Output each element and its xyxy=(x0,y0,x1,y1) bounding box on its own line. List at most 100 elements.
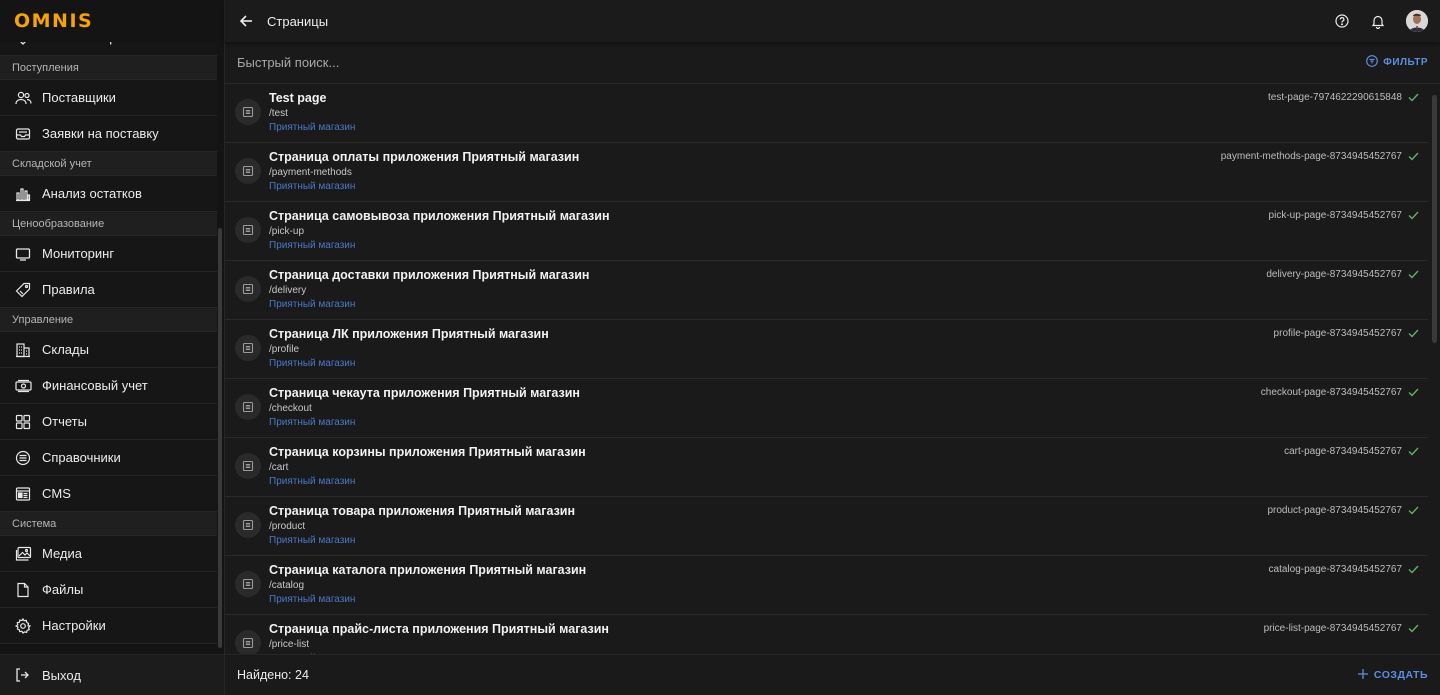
check-icon xyxy=(1408,563,1420,575)
image-icon xyxy=(14,545,32,563)
check-icon xyxy=(1408,91,1420,103)
check-icon xyxy=(1408,268,1420,280)
shop-link[interactable]: Приятный магазин xyxy=(269,180,579,194)
sidebar-item-2-1[interactable]: Правила xyxy=(0,272,217,308)
page-code: checkout-page-8734945452767 xyxy=(1260,386,1402,398)
create-button[interactable]: СОЗДАТЬ xyxy=(1357,668,1428,682)
list-item[interactable]: Страница ЛК приложения Приятный магазин /… xyxy=(225,320,1428,379)
page-title-text: Страница чекаута приложения Приятный маг… xyxy=(269,386,580,400)
logout-button[interactable]: Выход xyxy=(0,654,224,695)
list-item[interactable]: Страница самовывоза приложения Приятный … xyxy=(225,202,1428,261)
main-content: Страницы ФИЛЬТР Test xyxy=(225,0,1440,695)
sidebar-item-label: Финансовый учет xyxy=(42,378,148,393)
sidebar-item-4-2[interactable]: Настройки xyxy=(0,608,217,644)
sidebar-item-label: Настройки xyxy=(42,618,106,633)
sidebar-item-3-3[interactable]: Справочники xyxy=(0,440,217,476)
list-item[interactable]: Страница оплаты приложения Приятный мага… xyxy=(225,143,1428,202)
sidebar-item-3-1[interactable]: Финансовый учет xyxy=(0,368,217,404)
building-icon xyxy=(14,341,32,359)
page-path: /price-list xyxy=(269,639,310,650)
page-icon xyxy=(235,512,261,538)
page-icon xyxy=(235,217,261,243)
page-title-text: Страница доставки приложения Приятный ма… xyxy=(269,268,590,282)
sidebar-item-label: Медиа xyxy=(42,546,82,561)
shop-link[interactable]: Приятный магазин xyxy=(269,239,610,253)
search-input[interactable] xyxy=(237,55,837,70)
page-code: pick-up-page-8734945452767 xyxy=(1268,209,1402,221)
check-icon xyxy=(1408,327,1420,339)
sidebar: OMNIS Списки избранных Поступления Поставщ… xyxy=(0,0,225,695)
sidebar-item-favorites[interactable]: Списки избранных xyxy=(0,42,217,56)
logo-bar: OMNIS xyxy=(0,0,224,42)
page-code: payment-methods-page-8734945452767 xyxy=(1220,150,1402,162)
sidebar-section-title: Управление xyxy=(0,308,217,332)
check-icon xyxy=(1408,209,1420,221)
tag-icon xyxy=(14,281,32,299)
page-title: Страницы xyxy=(267,13,329,29)
found-count: Найдено: 24 xyxy=(237,668,309,682)
top-bar: Страницы xyxy=(225,0,1440,42)
sidebar-item-0-0[interactable]: Поставщики xyxy=(0,80,217,116)
sidebar-item-4-1[interactable]: Файлы xyxy=(0,572,217,608)
page-code: profile-page-8734945452767 xyxy=(1273,327,1402,339)
page-icon xyxy=(235,158,261,184)
shop-link[interactable]: Приятный магазин xyxy=(269,475,586,489)
shop-link[interactable]: Приятный магазин xyxy=(269,593,586,607)
help-icon[interactable] xyxy=(1334,13,1350,29)
page-title-text: Страница оплаты приложения Приятный мага… xyxy=(269,150,580,164)
list-item[interactable]: Test page/test Приятный магазин test-page-… xyxy=(225,84,1428,143)
check-icon xyxy=(1408,504,1420,516)
sidebar-item-3-2[interactable]: Отчеты xyxy=(0,404,217,440)
shop-link[interactable]: Приятный магазин xyxy=(269,357,549,371)
list-item[interactable]: Страница товара приложения Приятный мага… xyxy=(225,497,1428,556)
shop-link[interactable]: Приятный магазин xyxy=(269,534,575,548)
shop-link[interactable]: Приятный магазин xyxy=(269,298,589,312)
page-code: price-list-page-8734945452767 xyxy=(1263,622,1402,634)
logout-label: Выход xyxy=(42,667,81,683)
list-scrollbar[interactable] xyxy=(1432,95,1437,343)
sidebar-item-1-0[interactable]: Анализ остатков xyxy=(0,176,217,212)
sidebar-section-title: Ценообразование xyxy=(0,212,217,236)
sidebar-nav: Списки избранных Поступления Поставщики Зая… xyxy=(0,42,217,654)
sidebar-item-4-0[interactable]: Медиа xyxy=(0,536,217,572)
bell-icon[interactable] xyxy=(1370,13,1386,29)
sidebar-item-2-0[interactable]: Мониторинг xyxy=(0,236,217,272)
sidebar-item-3-4[interactable]: CMS xyxy=(0,476,217,512)
avatar[interactable] xyxy=(1406,10,1428,32)
sidebar-section-title: Система xyxy=(0,512,217,536)
filter-button[interactable]: ФИЛЬТР xyxy=(1366,55,1428,70)
plus-icon xyxy=(1357,668,1368,682)
search-bar: ФИЛЬТР xyxy=(225,42,1440,84)
list-item[interactable]: Страница чекаута приложения Приятный маг… xyxy=(225,379,1428,438)
list-circle-icon xyxy=(14,449,32,467)
shop-link[interactable]: Приятный магазин xyxy=(269,121,355,135)
page-title-text: Страница ЛК приложения Приятный магазин xyxy=(269,327,549,341)
sidebar-item-0-1[interactable]: Заявки на поставку xyxy=(0,116,217,152)
logout-icon xyxy=(14,666,32,684)
page-code: test-page-7974622290615848 xyxy=(1267,91,1402,103)
users-icon xyxy=(14,89,32,107)
page-title-text: Страница каталога приложения Приятный ма… xyxy=(269,563,587,577)
page-icon xyxy=(235,630,261,654)
bar-chart-icon xyxy=(14,185,32,203)
page-icon xyxy=(235,276,261,302)
sidebar-item-label: Отчеты xyxy=(42,414,87,429)
monitor-icon xyxy=(14,245,32,263)
shop-link[interactable]: Приятный магазин xyxy=(269,416,580,430)
page-path: /delivery xyxy=(269,285,307,296)
page-path: /test xyxy=(269,108,288,119)
filter-icon xyxy=(1366,55,1379,70)
page-title-text: Test page xyxy=(269,91,327,105)
back-arrow-icon[interactable] xyxy=(239,12,257,30)
check-icon xyxy=(1408,150,1420,162)
sidebar-section-title: Поступления xyxy=(0,56,217,80)
list-item[interactable]: Страница доставки приложения Приятный ма… xyxy=(225,261,1428,320)
list-item[interactable]: Страница каталога приложения Приятный ма… xyxy=(225,556,1428,615)
sidebar-item-label: CMS xyxy=(42,486,71,501)
page-title-text: Страница прайс-листа приложения Приятный… xyxy=(269,622,609,636)
sidebar-item-3-0[interactable]: Склады xyxy=(0,332,217,368)
list-item[interactable]: Страница корзины приложения Приятный маг… xyxy=(225,438,1428,497)
list-item[interactable]: Страница прайс-листа приложения Приятный… xyxy=(225,615,1428,654)
sidebar-scrollbar[interactable] xyxy=(218,228,222,648)
logo[interactable]: OMNIS xyxy=(14,10,93,32)
